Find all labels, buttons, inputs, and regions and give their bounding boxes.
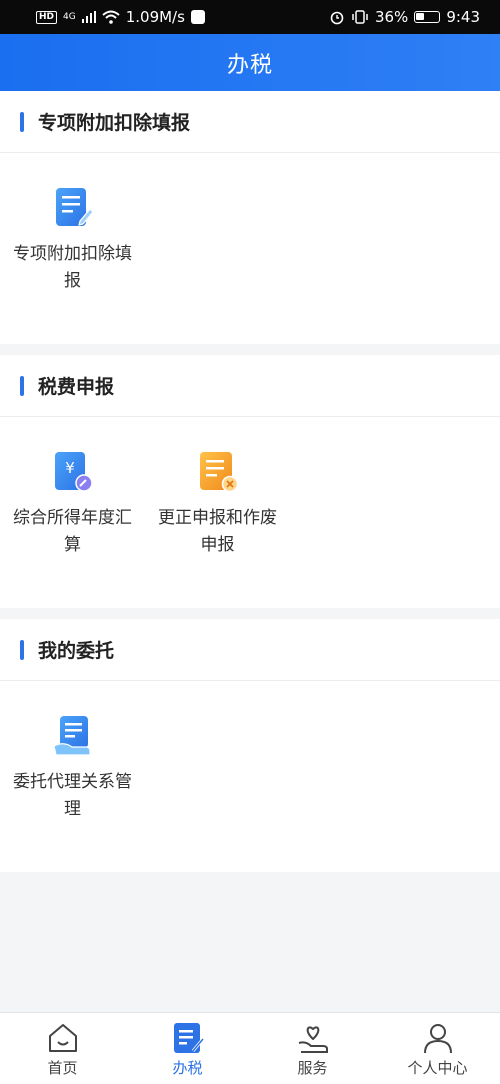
clock: 9:43 <box>446 8 480 26</box>
form-edit-icon <box>55 188 94 226</box>
network-type: 4G <box>63 12 76 22</box>
tile-delegation-management[interactable]: 委托代理关系管理 <box>0 713 145 823</box>
section-header: 专项附加扣除填报 <box>0 91 500 153</box>
network-speed: 1.09M/s <box>125 8 185 26</box>
nav-label: 首页 <box>47 1059 78 1077</box>
nav-item-home[interactable]: 首页 <box>0 1013 125 1084</box>
heart-hand-icon <box>298 1026 328 1053</box>
tile-correct-cancel-filing[interactable]: 更正申报和作废申报 <box>145 449 290 559</box>
nav-label: 服务 <box>297 1059 328 1077</box>
status-bar-left: HD 4G 1.09M/s <box>36 8 205 26</box>
nav-item-service[interactable]: 服务 <box>250 1013 375 1084</box>
battery-percent: 36% <box>374 8 409 26</box>
section-title: 专项附加扣除填报 <box>38 112 191 134</box>
section-header: 税费申报 <box>0 355 500 417</box>
battery-icon <box>414 11 441 23</box>
person-icon <box>423 1024 452 1054</box>
bottom-nav: 首页 办税 服务 个人中心 <box>0 1012 500 1084</box>
battery-level <box>416 13 425 20</box>
section-grid: 委托代理关系管理 <box>0 681 500 823</box>
section-title: 税费申报 <box>38 376 115 398</box>
section-accent-bar <box>20 111 24 132</box>
tile-label: 委托代理关系管理 <box>13 772 132 819</box>
section-accent-bar <box>20 375 24 396</box>
status-bar: HD 4G 1.09M/s 36% 9:43 <box>0 0 500 34</box>
hd-badge: HD <box>36 10 58 24</box>
tile-special-deduction-report[interactable]: 专项附加扣除填报 <box>0 185 145 295</box>
section-title: 我的委托 <box>38 640 115 662</box>
yuan-document-icon: ¥ <box>54 452 93 492</box>
section-grid: 专项附加扣除填报 <box>0 153 500 295</box>
section-special-deduction: 专项附加扣除填报 专项附加扣除填报 <box>0 91 500 344</box>
document-cancel-icon <box>199 452 238 493</box>
app-notification-icon <box>190 10 205 24</box>
wifi-icon <box>102 10 120 24</box>
section-tax-filing: 税费申报 ¥ 综合所得年度汇算 更正申报和作废申报 <box>0 355 500 608</box>
tile-label: 专项附加扣除填报 <box>13 244 132 291</box>
tile-label: 更正申报和作废申报 <box>158 508 277 555</box>
section-my-delegation: 我的委托 委托代理关系管理 <box>0 619 500 872</box>
home-icon <box>48 1024 77 1052</box>
nav-label: 个人中心 <box>407 1059 468 1077</box>
section-accent-bar <box>20 639 24 660</box>
document-hand-icon <box>52 716 91 756</box>
svg-text:¥: ¥ <box>65 459 75 477</box>
signal-icon <box>81 11 96 23</box>
tile-label: 综合所得年度汇算 <box>13 508 132 555</box>
tax-document-icon <box>173 1023 204 1053</box>
tile-annual-settlement[interactable]: ¥ 综合所得年度汇算 <box>0 449 145 559</box>
nav-label: 办税 <box>172 1059 203 1077</box>
status-bar-right: 36% 9:43 <box>329 8 480 26</box>
section-header: 我的委托 <box>0 619 500 681</box>
section-grid: ¥ 综合所得年度汇算 更正申报和作废申报 <box>0 417 500 559</box>
nav-item-tax[interactable]: 办税 <box>125 1013 250 1084</box>
app-header: 办税 <box>0 34 500 91</box>
vibrate-icon <box>352 10 368 24</box>
nav-item-profile[interactable]: 个人中心 <box>375 1013 500 1084</box>
alarm-icon <box>330 11 344 25</box>
page-title: 办税 <box>226 52 273 78</box>
